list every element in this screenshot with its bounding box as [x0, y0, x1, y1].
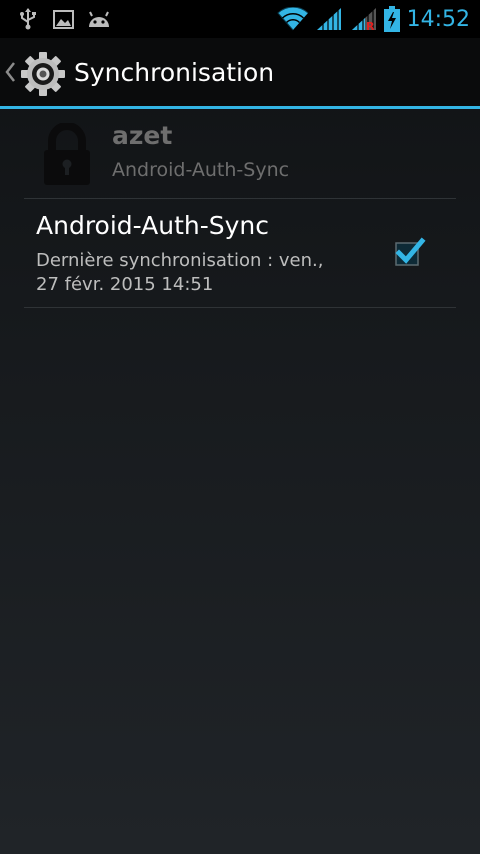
android-icon	[86, 0, 112, 38]
battery-charging-icon	[382, 0, 402, 38]
list-divider	[24, 307, 456, 308]
sync-item-summary: Dernière synchronisation : ven., 27 févr…	[36, 249, 366, 297]
svg-text:R: R	[366, 20, 375, 31]
usb-icon	[18, 0, 38, 38]
signal-roaming-icon: R	[350, 0, 378, 38]
screen: R 14:52 Synchronisation azet Android-Aut…	[0, 0, 480, 854]
status-bar: R 14:52	[0, 0, 480, 38]
account-name: azet	[112, 121, 173, 150]
back-chevron-icon[interactable]	[4, 61, 16, 87]
account-header: azet Android-Auth-Sync	[0, 109, 480, 197]
settings-gear-icon[interactable]	[20, 51, 66, 101]
sync-checkbox[interactable]	[392, 235, 426, 269]
status-clock: 14:52	[406, 7, 470, 32]
action-bar: Synchronisation	[0, 38, 480, 106]
sync-item-title: Android-Auth-Sync	[36, 211, 269, 240]
sync-item-android-auth-sync[interactable]: Android-Auth-Sync Dernière synchronisati…	[0, 199, 480, 307]
sync-summary-line-2: 27 févr. 2015 14:51	[36, 274, 214, 295]
wifi-icon	[276, 0, 310, 38]
lock-icon	[40, 122, 94, 191]
account-type: Android-Auth-Sync	[112, 159, 290, 181]
signal-icon	[316, 0, 342, 38]
picture-icon	[52, 0, 74, 38]
page-title: Synchronisation	[74, 58, 275, 87]
sync-summary-line-1: Dernière synchronisation : ven.,	[36, 250, 324, 271]
